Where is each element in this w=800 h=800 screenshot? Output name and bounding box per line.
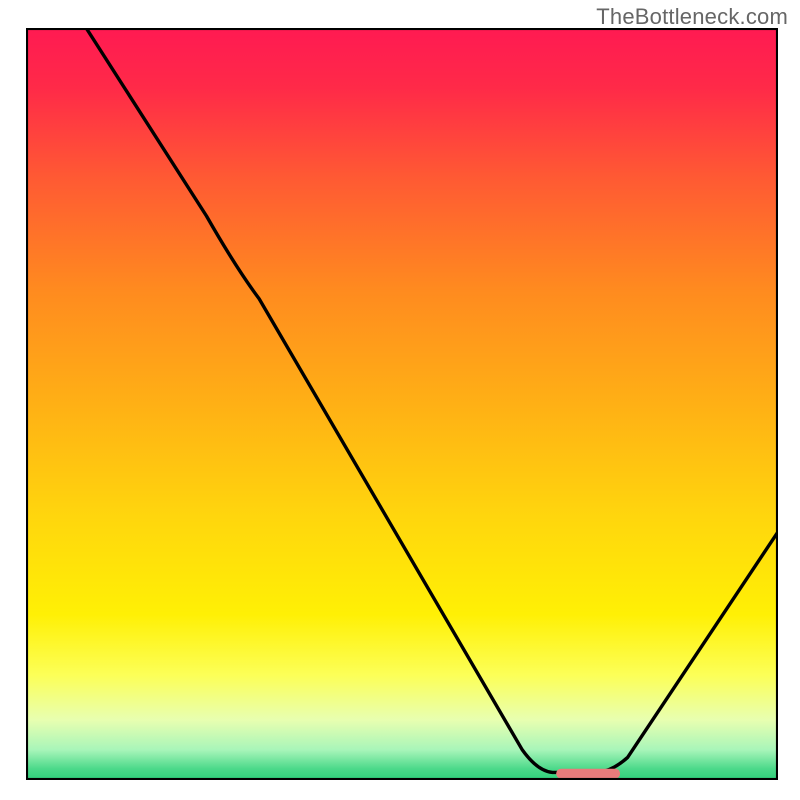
gradient-background	[26, 28, 778, 780]
chart-svg	[26, 28, 778, 780]
watermark-text: TheBottleneck.com	[596, 4, 788, 30]
chart-container	[26, 28, 778, 780]
optimal-range-marker	[556, 769, 620, 779]
